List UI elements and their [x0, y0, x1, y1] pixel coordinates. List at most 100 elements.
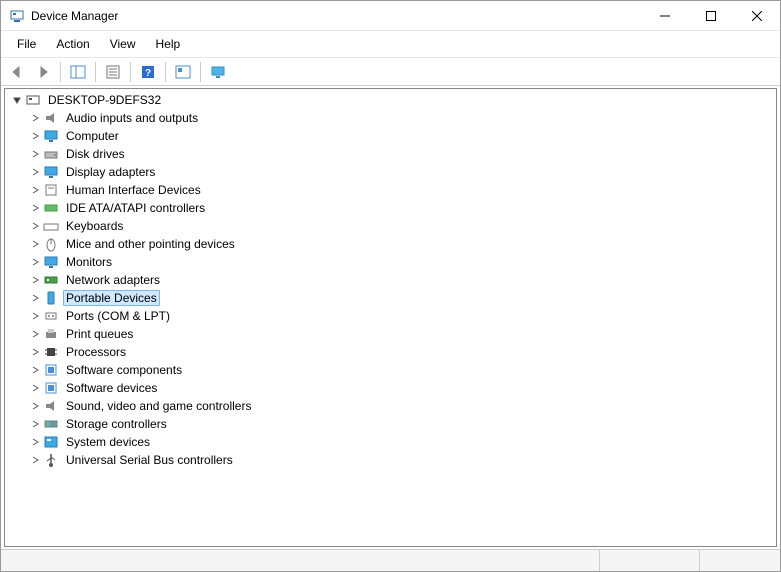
- close-button[interactable]: [734, 1, 780, 31]
- expand-icon[interactable]: [27, 362, 43, 378]
- port-icon: [43, 308, 59, 324]
- show-hide-tree-button[interactable]: [66, 61, 90, 83]
- maximize-button[interactable]: [688, 1, 734, 31]
- minimize-button[interactable]: [642, 1, 688, 31]
- tree-item-label: Display adapters: [63, 165, 158, 179]
- network-icon: [43, 272, 59, 288]
- tree-item[interactable]: Software devices: [5, 379, 776, 397]
- menu-file[interactable]: File: [7, 34, 46, 54]
- tree-item[interactable]: Monitors: [5, 253, 776, 271]
- tree-item-label: Print queues: [63, 327, 136, 341]
- expand-icon[interactable]: [27, 272, 43, 288]
- tree-item-label: Sound, video and game controllers: [63, 399, 254, 413]
- expand-icon[interactable]: [27, 146, 43, 162]
- expand-icon[interactable]: [27, 452, 43, 468]
- speaker-icon: [43, 398, 59, 414]
- tree-item-label: Mice and other pointing devices: [63, 237, 238, 251]
- tree-item[interactable]: Disk drives: [5, 145, 776, 163]
- status-cell: [600, 550, 700, 571]
- expand-icon[interactable]: [27, 326, 43, 342]
- tree-item[interactable]: Audio inputs and outputs: [5, 109, 776, 127]
- tree-item-label: Processors: [63, 345, 129, 359]
- expand-icon[interactable]: [27, 236, 43, 252]
- tree-item[interactable]: Keyboards: [5, 217, 776, 235]
- tree-item[interactable]: Portable Devices: [5, 289, 776, 307]
- tree-item[interactable]: Computer: [5, 127, 776, 145]
- toolbar: ?: [1, 58, 780, 86]
- tree-item-label: Audio inputs and outputs: [63, 111, 201, 125]
- hid-icon: [43, 182, 59, 198]
- back-button[interactable]: [5, 61, 29, 83]
- tree-item[interactable]: Sound, video and game controllers: [5, 397, 776, 415]
- status-cell: [700, 550, 780, 571]
- scan-hardware-button[interactable]: [171, 61, 195, 83]
- menu-help[interactable]: Help: [146, 34, 191, 54]
- expand-icon[interactable]: [27, 290, 43, 306]
- monitor-icon: [43, 164, 59, 180]
- tree-item[interactable]: Software components: [5, 361, 776, 379]
- toolbar-separator: [200, 62, 201, 82]
- tree-item-label: Disk drives: [63, 147, 128, 161]
- monitor-button[interactable]: [206, 61, 230, 83]
- tree-item[interactable]: Processors: [5, 343, 776, 361]
- expand-icon[interactable]: [27, 182, 43, 198]
- tree-item-label: Monitors: [63, 255, 115, 269]
- tree-item[interactable]: System devices: [5, 433, 776, 451]
- expand-icon[interactable]: [27, 254, 43, 270]
- window-controls: [642, 1, 780, 31]
- expand-icon[interactable]: [27, 434, 43, 450]
- device-tree[interactable]: DESKTOP-9DEFS32 Audio inputs and outputs C…: [4, 88, 777, 547]
- toolbar-separator: [95, 62, 96, 82]
- printer-icon: [43, 326, 59, 342]
- expand-icon[interactable]: [27, 164, 43, 180]
- menu-view[interactable]: View: [100, 34, 146, 54]
- tree-item[interactable]: Universal Serial Bus controllers: [5, 451, 776, 469]
- tree-item[interactable]: Display adapters: [5, 163, 776, 181]
- expand-icon[interactable]: [27, 200, 43, 216]
- monitor-icon: [43, 254, 59, 270]
- expand-icon[interactable]: [27, 416, 43, 432]
- tree-item[interactable]: Mice and other pointing devices: [5, 235, 776, 253]
- tree-item-label: Storage controllers: [63, 417, 170, 431]
- computer-icon: [25, 92, 41, 108]
- toolbar-separator: [165, 62, 166, 82]
- tree-item-label: Network adapters: [63, 273, 163, 287]
- portable-icon: [43, 290, 59, 306]
- tree-item[interactable]: Human Interface Devices: [5, 181, 776, 199]
- usb-icon: [43, 452, 59, 468]
- svg-text:?: ?: [145, 68, 151, 79]
- expand-icon[interactable]: [27, 218, 43, 234]
- tree-item[interactable]: Storage controllers: [5, 415, 776, 433]
- expand-icon[interactable]: [27, 128, 43, 144]
- menu-action[interactable]: Action: [46, 34, 99, 54]
- expand-icon[interactable]: [27, 308, 43, 324]
- tree-item[interactable]: Ports (COM & LPT): [5, 307, 776, 325]
- tree-item[interactable]: Print queues: [5, 325, 776, 343]
- app-icon: [9, 8, 25, 24]
- cpu-icon: [43, 344, 59, 360]
- expand-icon[interactable]: [9, 92, 25, 108]
- expand-icon[interactable]: [27, 398, 43, 414]
- tree-item-label: Universal Serial Bus controllers: [63, 453, 236, 467]
- status-cell: [1, 550, 600, 571]
- tree-item-label: System devices: [63, 435, 153, 449]
- tree-item-label: Software components: [63, 363, 185, 377]
- statusbar: [1, 549, 780, 571]
- tree-item-label: Keyboards: [63, 219, 126, 233]
- help-button[interactable]: ?: [136, 61, 160, 83]
- tree-item-label: Human Interface Devices: [63, 183, 204, 197]
- speaker-icon: [43, 110, 59, 126]
- expand-icon[interactable]: [27, 344, 43, 360]
- controller-icon: [43, 200, 59, 216]
- expand-icon[interactable]: [27, 380, 43, 396]
- tree-item[interactable]: Network adapters: [5, 271, 776, 289]
- expand-icon[interactable]: [27, 110, 43, 126]
- tree-root[interactable]: DESKTOP-9DEFS32: [5, 91, 776, 109]
- titlebar: Device Manager: [1, 1, 780, 31]
- properties-button[interactable]: [101, 61, 125, 83]
- tree-item-label: Ports (COM & LPT): [63, 309, 173, 323]
- tree-item-label: Computer: [63, 129, 122, 143]
- forward-button[interactable]: [31, 61, 55, 83]
- tree-item[interactable]: IDE ATA/ATAPI controllers: [5, 199, 776, 217]
- tree-item-label: Software devices: [63, 381, 160, 395]
